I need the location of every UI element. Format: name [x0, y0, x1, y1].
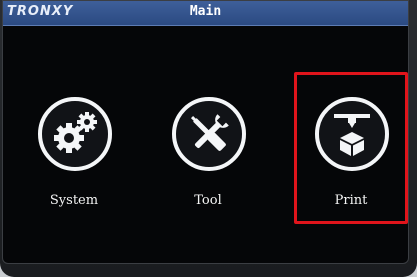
menu-item-label: Tool	[194, 193, 222, 208]
menu-item-print[interactable]: Print	[301, 97, 401, 217]
menu-item-tool[interactable]: Tool	[158, 97, 258, 217]
wrench-screwdriver-icon	[172, 97, 246, 171]
printer-nozzle-cube-icon	[315, 97, 389, 171]
menu-item-label: System	[49, 193, 99, 208]
gears-icon	[38, 97, 112, 171]
menu-item-label: Print	[334, 193, 368, 208]
title-bar: TRONXY Main	[3, 1, 408, 26]
page-title: Main	[189, 4, 222, 19]
lcd-screen: TRONXY Main System Tool Print	[2, 0, 409, 264]
printer-device-bezel: TRONXY Main System Tool Print	[0, 0, 417, 277]
menu-item-system[interactable]: System	[24, 97, 124, 217]
